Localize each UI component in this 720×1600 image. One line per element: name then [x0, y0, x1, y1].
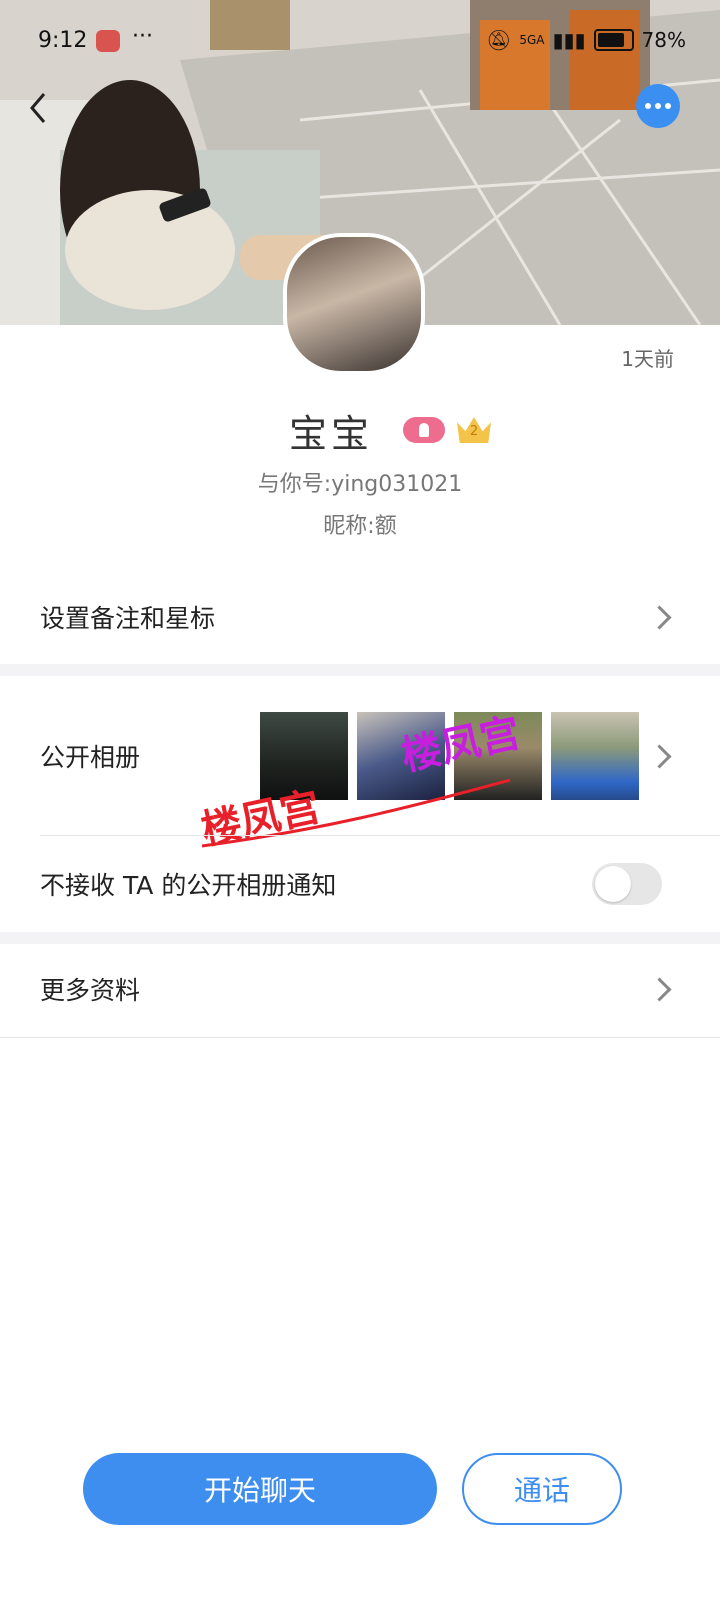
battery-icon: [593, 29, 634, 51]
chevron-right-icon: [647, 976, 672, 1002]
section-separator: [0, 664, 720, 676]
more-dot-icon: [665, 103, 671, 109]
avatar[interactable]: [283, 233, 425, 375]
back-button[interactable]: [22, 88, 58, 128]
status-bar: 9:12 ··· 🔕︎ 5GA ▮▮▮ 78%: [0, 22, 720, 62]
album-label: 公开相册: [40, 743, 141, 772]
album-thumbnail[interactable]: [551, 712, 639, 800]
chevron-left-icon: [30, 93, 46, 123]
album-notify-toggle[interactable]: [592, 863, 662, 905]
app-notification-icon: [96, 30, 120, 52]
more-info-row[interactable]: 更多资料: [0, 956, 720, 1022]
more-options-button[interactable]: [636, 84, 680, 128]
remark-label: 设置备注和星标: [40, 604, 216, 633]
call-button[interactable]: 通话: [462, 1453, 622, 1525]
battery-level: 78%: [641, 28, 686, 52]
gender-badge-icon: [403, 417, 445, 443]
section-separator: [0, 932, 720, 944]
account-id: 与你号:ying031021: [257, 472, 463, 497]
more-info-label: 更多资料: [40, 976, 141, 1005]
crown-level-value: 2: [469, 424, 479, 439]
chevron-right-icon: [647, 743, 672, 769]
album-notify-label: 不接收 TA 的公开相册通知: [40, 871, 337, 900]
more-dot-icon: [645, 103, 651, 109]
signal-icon: ▮▮▮: [552, 28, 586, 52]
remark-row[interactable]: 设置备注和星标: [0, 584, 720, 650]
status-right: 🔕︎ 5GA ▮▮▮ 78%: [486, 28, 686, 52]
start-chat-button[interactable]: 开始聊天: [83, 1453, 437, 1525]
chevron-right-icon: [647, 604, 672, 630]
last-active-time: 1天前: [621, 347, 674, 371]
profile-name: 宝宝: [288, 411, 373, 456]
more-dot-icon: [655, 103, 661, 109]
more-notifications-icon: ···: [132, 24, 153, 49]
toggle-knob: [595, 866, 631, 902]
crown-level-icon: 2: [457, 417, 491, 443]
divider: [40, 835, 720, 836]
mute-icon: 🔕︎: [485, 28, 512, 52]
status-time: 9:12: [38, 28, 88, 53]
name-row: 宝宝 2: [0, 405, 720, 456]
nickname: 昵称:额: [323, 514, 397, 539]
divider: [0, 1037, 720, 1038]
signal-label: 5GA: [519, 33, 545, 47]
